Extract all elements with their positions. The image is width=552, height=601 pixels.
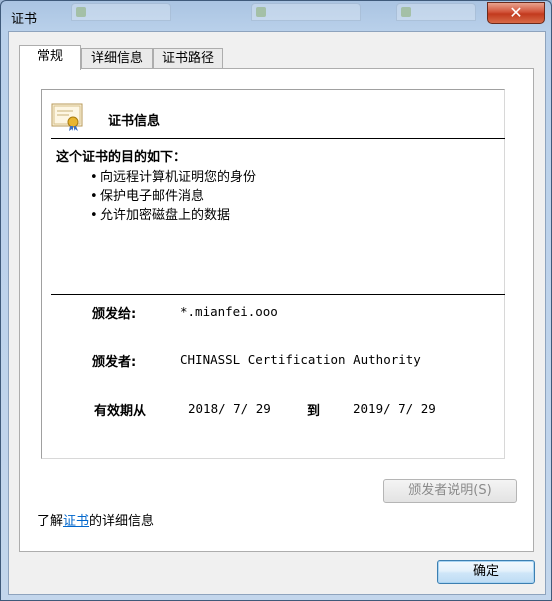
validity-to-label: 到 (307, 404, 321, 419)
learn-more-suffix: 的详细信息 (89, 514, 155, 529)
purpose-heading: 这个证书的目的如下： (56, 150, 187, 165)
purpose-item: 向远程计算机证明您的身份 (90, 168, 256, 187)
certificate-info-box: 证书信息 这个证书的目的如下： 向远程计算机证明您的身份 保护电子邮件消息 允许… (41, 89, 505, 459)
certificates-link[interactable]: 证书 (63, 514, 89, 529)
close-icon: ✕ (509, 3, 523, 22)
issued-by-value: CHINASSL Certification Authority (180, 352, 421, 367)
dialog-body: 常规 详细信息 证书路径 证书信息 这个证书的目的如下： 向 (8, 31, 546, 595)
issued-by-label: 颁发者: (92, 355, 137, 370)
learn-more-prefix: 了解 (37, 514, 64, 529)
purpose-list: 向远程计算机证明您的身份 保护电子邮件消息 允许加密磁盘上的数据 (90, 168, 256, 225)
background-taskbar-item (71, 3, 171, 21)
window-title: 证书 (11, 12, 38, 27)
learn-more-text: 了解证书的详细信息 (37, 510, 154, 529)
title-bar[interactable]: 证书 ✕ (1, 1, 551, 31)
validity-label: 有效期从 (94, 404, 147, 419)
certificate-window: 证书 ✕ 常规 详细信息 证书路径 证书信息 这个证书的目的如下： • 向远程计… (0, 0, 552, 601)
background-taskbar-item (251, 3, 361, 21)
close-button[interactable]: ✕ (487, 2, 545, 24)
issued-to-value: *.mianfei.ooo (180, 304, 278, 319)
valid-from-value: 2018/ 7/ 29 (188, 401, 271, 416)
tab-certification-path[interactable]: 证书路径 (153, 48, 223, 69)
background-taskbar-item (396, 3, 476, 21)
general-tab-panel: 证书信息 这个证书的目的如下： 向远程计算机证明您的身份 保护电子邮件消息 允许… (19, 68, 534, 552)
certificate-info-heading: 证书信息 (108, 114, 161, 129)
divider (51, 138, 505, 139)
divider (51, 294, 505, 295)
tab-details[interactable]: 详细信息 (81, 48, 153, 69)
certificate-icon (51, 103, 83, 131)
ok-button[interactable]: 确定 (437, 560, 535, 584)
valid-to-value: 2019/ 7/ 29 (353, 401, 436, 416)
issued-to-label: 颁发给: (92, 307, 137, 322)
tab-general[interactable]: 常规 (19, 45, 81, 70)
purpose-item: 允许加密磁盘上的数据 (90, 206, 256, 225)
issuer-statement-button[interactable]: 颁发者说明(S) (383, 479, 517, 503)
purpose-item: 保护电子邮件消息 (90, 187, 256, 206)
